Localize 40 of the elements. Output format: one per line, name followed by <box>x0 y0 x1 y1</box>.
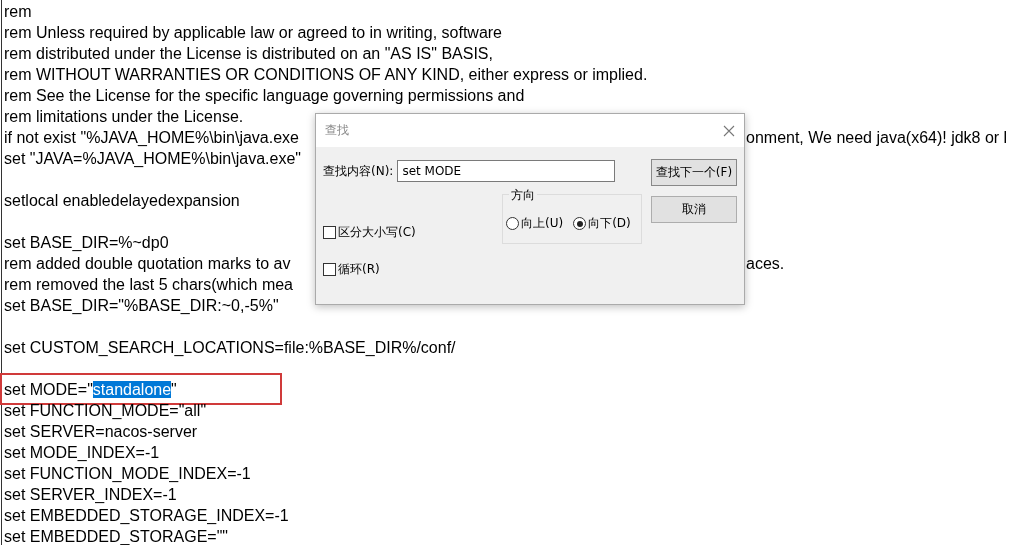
code-line: set SERVER_INDEX=-1 <box>4 486 177 503</box>
radio-button[interactable] <box>506 217 519 230</box>
code-line: set SERVER=nacos-server <box>4 423 198 440</box>
code-text: " <box>171 381 177 398</box>
code-line: onment, We need java(x64)! jdk8 or l <box>746 128 1008 148</box>
code-line: rem added double quotation marks to av <box>4 255 291 272</box>
code-line: rem WITHOUT WARRANTIES OR CONDITIONS OF ANY KIND, either express or implied. <box>4 66 648 83</box>
find-input[interactable]: set MODE <box>397 160 616 182</box>
checkbox[interactable] <box>323 263 336 276</box>
checkbox-label: 区分大小写(C) <box>338 224 416 241</box>
checkbox[interactable] <box>323 226 336 239</box>
code-line: set BASE_DIR="%BASE_DIR:~0,-5%" <box>4 297 279 314</box>
code-line: set FUNCTION_MODE_INDEX=-1 <box>4 465 251 482</box>
code-line: set EMBEDDED_STORAGE_INDEX=-1 <box>4 507 289 524</box>
checkbox-label: 循环(R) <box>338 261 380 278</box>
dialog-button[interactable]: 查找下一个(F) <box>651 159 737 186</box>
code-line: set CUSTOM_SEARCH_LOCATIONS=file:%BASE_DIR%/conf/ <box>4 339 456 356</box>
dialog-title: 查找 <box>325 122 349 139</box>
code-line: rem Unless required by applicable law or agreed to in writing, software <box>4 24 502 41</box>
code-line: rem limitations under the License. <box>4 108 244 125</box>
code-line: if not exist "%JAVA_HOME%\bin\java.exe <box>4 129 299 146</box>
group-title: 方向 <box>509 187 537 204</box>
close-icon[interactable] <box>723 124 735 137</box>
code-line: set EMBEDDED_STORAGE="" <box>4 528 228 545</box>
code-line: set "JAVA=%JAVA_HOME%\bin\java.exe" <box>4 150 301 167</box>
code-line: aces. <box>746 254 785 274</box>
code-line: rem <box>4 3 32 20</box>
code-line: set FUNCTION_MODE="all" <box>4 402 207 419</box>
code-line: rem removed the last 5 chars(which mea <box>4 276 293 293</box>
code-line: rem See the License for the specific language governing permissions and <box>4 87 525 104</box>
radio-label: 向上(U) <box>521 215 564 232</box>
code-line: rem distributed under the License is distributed on an "AS IS" BASIS, <box>4 45 493 62</box>
radio-button[interactable] <box>573 217 587 230</box>
radio-label: 向下(D) <box>588 215 631 232</box>
code-line: setlocal enabledelayedexpansion <box>4 192 240 209</box>
dialog-button[interactable]: 取消 <box>651 196 737 223</box>
code-line: set MODE=" <box>4 381 93 398</box>
find-label: 查找内容(N): <box>323 162 394 180</box>
code-line: set MODE_INDEX=-1 <box>4 444 160 461</box>
code-line: set BASE_DIR=%~dp0 <box>4 234 169 251</box>
